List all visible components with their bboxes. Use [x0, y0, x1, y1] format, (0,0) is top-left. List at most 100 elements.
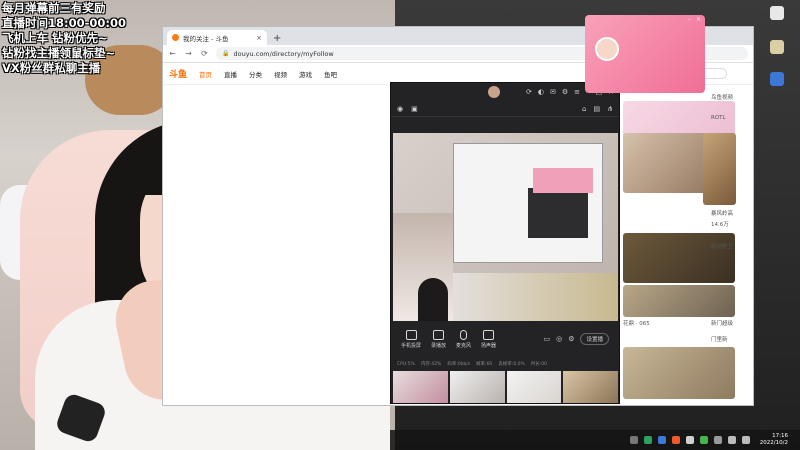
url-text: douyu.com/directory/myFollow: [233, 49, 334, 58]
phone-cast-icon: [405, 329, 417, 340]
stat-memory: 内存:42%: [420, 362, 442, 367]
card-label: 14.6万: [711, 222, 729, 228]
scene-thumbnail[interactable]: [393, 371, 448, 403]
system-clock[interactable]: 17:16 2022/10/2: [760, 433, 788, 447]
box-icon[interactable]: ▤: [594, 105, 601, 113]
forward-button[interactable]: →: [184, 49, 193, 58]
douyu-favicon-icon: [172, 34, 179, 41]
clock-time: 17:16: [772, 433, 788, 439]
go-live-button[interactable]: 设置播: [580, 333, 609, 345]
speaker-icon: [483, 329, 495, 340]
stream-notice: 每月弹幕前三有奖励 直播时间18:00-00:00 飞机上车 钻粉优先~ 钻粉找…: [2, 1, 142, 76]
stream-card[interactable]: [623, 285, 735, 317]
profile-popup[interactable]: – ×: [585, 15, 705, 93]
taskbar: 17:16 2022/10/2: [390, 430, 800, 450]
share-icon[interactable]: ⋔: [607, 105, 613, 113]
notice-line: VX粉丝群私聊主播: [2, 61, 101, 75]
tray-icon-arrow[interactable]: [629, 436, 638, 444]
gift-icon: ▣: [411, 104, 418, 113]
scene-thumbnail[interactable]: [449, 371, 505, 403]
network-icon[interactable]: [727, 436, 736, 444]
camera-icon[interactable]: ▭: [543, 335, 550, 343]
settings-icon[interactable]: ⚙: [562, 88, 568, 96]
tray-icon-app[interactable]: [685, 436, 694, 444]
avatar: [595, 37, 619, 61]
stat-bitrate: 码率:0kb/s: [447, 362, 471, 367]
stat-fps: 帧率:60: [476, 362, 493, 367]
card-label: 鸟鱼视频: [711, 95, 734, 101]
popup-titlebar: – ×: [585, 15, 705, 25]
tool-label: 手机投屏: [401, 342, 422, 349]
tool-label: 扬声器: [481, 342, 497, 349]
tab-close-icon[interactable]: ×: [256, 34, 262, 42]
app-subbar: ◉ ▣ ⌂ ▤ ⋔: [391, 101, 619, 117]
back-button[interactable]: ←: [168, 49, 177, 58]
app-toolbar: 手机投屏 录播放 麦克风 扬声器 ▭ ◎ ⚙ 设置播: [391, 323, 619, 355]
notice-line: 飞机上车 钻粉优先~: [2, 31, 108, 45]
desktop-icon-3[interactable]: [770, 72, 784, 86]
avatar[interactable]: [488, 86, 500, 98]
status-bar: CPU:5% 内存:42% 码率:0kb/s 帧率:60 丢帧率:0.0% 时长…: [391, 358, 619, 370]
volume-icon[interactable]: [741, 436, 750, 444]
close-icon[interactable]: ×: [696, 16, 701, 24]
play-icon: [433, 329, 445, 340]
refresh-button[interactable]: ⟳: [200, 49, 209, 58]
scene-thumbnail[interactable]: [563, 371, 618, 403]
refresh-icon[interactable]: ⟳: [526, 88, 532, 96]
card-label: 花鼎 · 065: [623, 321, 650, 327]
notice-line: 每月弹幕前三有奖励: [2, 1, 106, 15]
screen-cast-button[interactable]: 手机投屏: [401, 329, 422, 349]
stat-dropped: 丢帧率:0.0%: [498, 362, 525, 367]
scene-thumbnails: [393, 371, 618, 403]
tool-label: 录播放: [431, 342, 447, 349]
clock-date: 2022/10/2: [759, 440, 788, 446]
streaming-app-window: ⟳ ◐ ✉ ⚙ ≡ – □ × ◉ ▣ ⌂ ▤ ⋔ 手机投屏 录播放: [390, 82, 620, 404]
site-logo[interactable]: 斗鱼: [169, 67, 187, 80]
browser-tab[interactable]: 我的关注 - 斗鱼 ×: [167, 30, 267, 45]
notice-line: 钻粉找主播领鼠标垫~: [2, 46, 116, 60]
lock-icon: 🔒: [222, 50, 230, 57]
app-subbar-actions: ⌂ ▤ ⋔: [582, 105, 613, 113]
desktop-icon-1[interactable]: [770, 6, 784, 20]
message-icon[interactable]: ✉: [550, 88, 556, 96]
stat-cpu: CPU:5%: [397, 361, 415, 367]
stream-card[interactable]: [623, 233, 735, 283]
tray-icon-app[interactable]: [671, 436, 680, 444]
minimize-icon[interactable]: –: [688, 16, 691, 24]
nav-link-live[interactable]: 直播: [224, 69, 237, 79]
tool-label: 麦克风: [456, 342, 472, 349]
speaker-button[interactable]: 扬声器: [481, 329, 497, 349]
tray-icon-app[interactable]: [713, 436, 722, 444]
card-label: 新门超级: [711, 321, 734, 327]
card-label: 暴风岭高: [711, 211, 734, 217]
menu-icon[interactable]: ≡: [574, 88, 580, 96]
tray-icon-app[interactable]: [699, 436, 708, 444]
stat-duration: 时长:00: [530, 362, 547, 367]
card-label: 门里新: [711, 337, 728, 343]
card-label: 绝地枪王: [711, 244, 734, 250]
microphone-icon: [460, 329, 468, 340]
scene-thumbnail[interactable]: [506, 371, 562, 403]
new-tab-button[interactable]: +: [273, 33, 281, 45]
stream-card[interactable]: [703, 133, 736, 205]
shop-icon[interactable]: ⌂: [582, 105, 586, 113]
nav-link-category[interactable]: 分类: [249, 69, 262, 79]
tray-icon-app[interactable]: [657, 436, 666, 444]
tray-icon-app[interactable]: [643, 436, 652, 444]
user-icon: ◉: [397, 104, 404, 113]
desktop-icon-2[interactable]: [770, 40, 784, 54]
skin-icon[interactable]: ◐: [538, 88, 544, 96]
card-label: ROTL: [711, 115, 726, 121]
notice-line: 直播时间18:00-00:00: [2, 16, 126, 30]
stream-card[interactable]: [623, 347, 735, 399]
nav-link-video[interactable]: 视频: [274, 69, 287, 79]
nav-link-games[interactable]: 游戏: [299, 69, 312, 79]
stream-preview[interactable]: [393, 133, 618, 321]
eye-icon[interactable]: ◎: [556, 335, 562, 343]
record-button[interactable]: 录播放: [431, 329, 447, 349]
nav-link-yuba[interactable]: 鱼吧: [324, 69, 337, 79]
microphone-button[interactable]: 麦克风: [456, 329, 472, 349]
nav-link-home[interactable]: 首页: [199, 69, 212, 79]
gear-icon[interactable]: ⚙: [568, 335, 574, 343]
toolbar-right: ▭ ◎ ⚙ 设置播: [543, 333, 609, 345]
